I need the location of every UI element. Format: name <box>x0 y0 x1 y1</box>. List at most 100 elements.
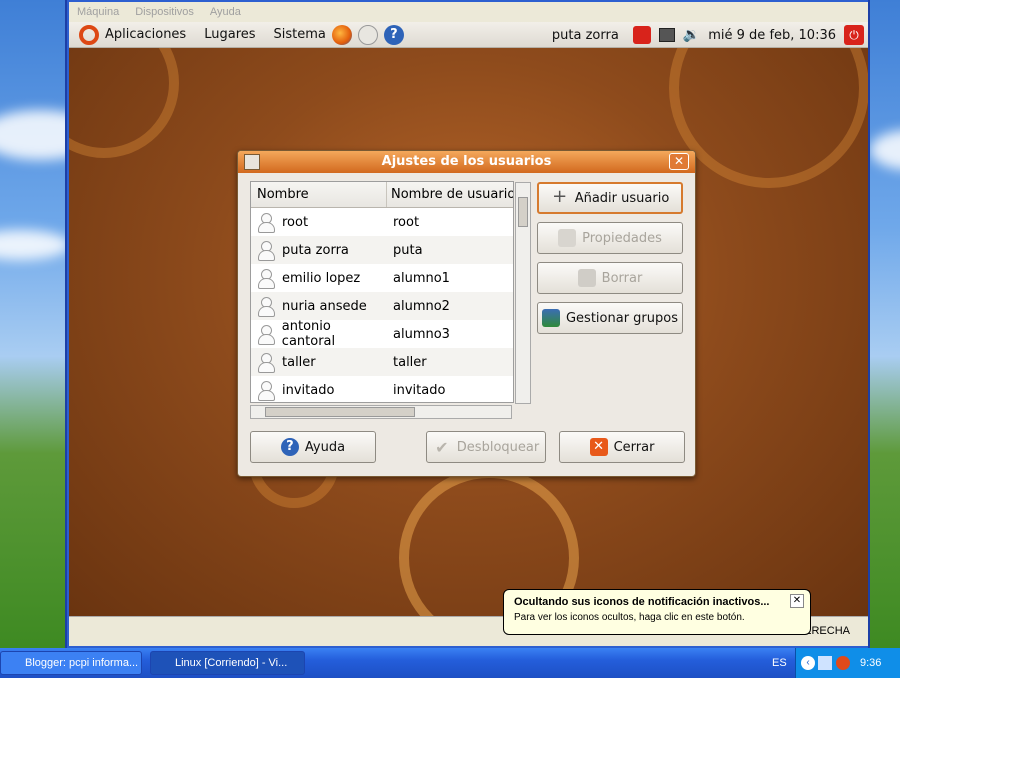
user-icon <box>257 268 275 289</box>
dialog-app-icon <box>244 154 260 170</box>
user-name: puta zorra <box>282 242 349 258</box>
user-name-cell: taller <box>251 352 387 373</box>
firefox-icon[interactable] <box>331 24 352 45</box>
volume-icon[interactable]: 🔉 <box>683 27 700 43</box>
session-user[interactable]: puta zorra <box>552 28 619 43</box>
task-virtualbox-label: Linux [Corriendo] - Vi... <box>175 657 288 669</box>
task-blogger-label: Blogger: pcpi informa... <box>25 657 139 669</box>
network-icon[interactable] <box>658 28 675 42</box>
panel-clock[interactable]: mié 9 de feb, 10:36 <box>708 28 836 43</box>
add-user-label: Añadir usuario <box>574 190 670 206</box>
user-icon <box>257 380 275 401</box>
system-tray: ‹ 9:36 <box>795 648 900 678</box>
places-menu[interactable]: Lugares <box>204 27 255 42</box>
tray-clock[interactable]: 9:36 <box>860 657 881 669</box>
gnome-top-panel: Aplicaciones Lugares Sistema ? puta zorr… <box>69 22 868 48</box>
applications-menu[interactable]: Aplicaciones <box>79 24 187 45</box>
plus-icon: + <box>552 186 568 207</box>
list-item[interactable]: emilio lopez alumno1 <box>251 264 513 292</box>
user-name: nuria ansede <box>282 298 367 314</box>
alert-tray-icon[interactable] <box>836 656 850 670</box>
user-username: puta <box>393 242 423 258</box>
list-header: Nombre Nombre de usuario <box>251 182 513 208</box>
user-name: taller <box>282 354 316 370</box>
hscroll-thumb[interactable] <box>265 407 415 417</box>
add-user-button[interactable]: + Añadir usuario <box>537 182 683 214</box>
balloon-text: Para ver los iconos ocultos, haga clic e… <box>514 612 745 623</box>
list-item[interactable]: invitado invitado <box>251 376 513 404</box>
user-icon <box>257 212 275 233</box>
unlock-button[interactable]: ✔ Desbloquear <box>426 431 546 463</box>
show-hidden-icons-button[interactable]: ‹ <box>801 656 815 670</box>
list-item[interactable]: root root <box>251 208 513 236</box>
users-list[interactable]: Nombre Nombre de usuario root root puta zo… <box>250 181 531 404</box>
help-icon[interactable]: ? <box>383 24 404 45</box>
user-name: root <box>282 214 309 230</box>
user-name: antonio cantoral <box>281 319 336 349</box>
user-username: invitado <box>393 382 446 398</box>
system-label: Sistema <box>273 27 326 42</box>
mail-icon[interactable] <box>357 24 378 45</box>
list-item[interactable]: nuria ansede alumno2 <box>251 292 513 320</box>
balloon-title: Ocultando sus iconos de notificación ina… <box>514 596 770 608</box>
properties-button[interactable]: Propiedades <box>537 222 683 254</box>
help-label: Ayuda <box>304 439 346 455</box>
groups-icon <box>541 309 560 327</box>
user-username: alumno3 <box>393 326 450 342</box>
list-item[interactable]: antonio cantoral alumno3 <box>251 319 513 349</box>
applications-label: Aplicaciones <box>105 27 187 42</box>
user-username: alumno2 <box>393 298 450 314</box>
scroll-thumb[interactable] <box>518 197 528 227</box>
system-menu[interactable]: Sistema <box>274 27 326 42</box>
list-item[interactable]: taller taller <box>251 348 513 376</box>
balloon-close-icon[interactable]: ✕ <box>790 594 804 608</box>
menu-dispositivos[interactable]: Dispositivos <box>135 6 194 18</box>
ubuntu-logo-icon <box>79 24 99 45</box>
list-rows: root root puta zorra puta emilio lopez alumno… <box>251 208 513 404</box>
user-icon <box>257 296 275 317</box>
language-indicator[interactable]: ES <box>772 657 787 669</box>
help-button[interactable]: ? Ayuda <box>250 431 376 463</box>
windows-taskbar: Blogger: pcpi informa... Linux [Corriend… <box>0 648 900 678</box>
close-button[interactable]: ✕ Cerrar <box>559 431 685 463</box>
vbox-menubar: Máquina Dispositivos Ayuda <box>69 2 868 22</box>
close-x-icon: ✕ <box>589 438 608 456</box>
vertical-scrollbar[interactable] <box>515 182 531 404</box>
notification-balloon[interactable]: Ocultando sus iconos de notificación ina… <box>503 589 811 635</box>
user-username: root <box>393 214 420 230</box>
dialog-close-icon[interactable]: ✕ <box>669 153 689 170</box>
trash-icon <box>577 269 596 287</box>
user-name-cell: antonio cantoral <box>251 319 387 349</box>
close-label: Cerrar <box>613 439 655 455</box>
power-icon[interactable]: ⏻ <box>844 25 864 45</box>
properties-icon <box>558 229 577 247</box>
menu-ayuda[interactable]: Ayuda <box>210 6 241 18</box>
update-arrow-icon[interactable] <box>632 26 651 44</box>
task-blogger[interactable]: Blogger: pcpi informa... <box>0 651 142 675</box>
places-label: Lugares <box>204 27 256 42</box>
user-name-cell: invitado <box>251 380 387 401</box>
dialog-title: Ajustes de los usuarios <box>381 154 552 169</box>
delete-button[interactable]: Borrar <box>537 262 683 294</box>
user-name-cell: puta zorra <box>251 240 387 261</box>
column-header-username[interactable]: Nombre de usuario <box>387 182 513 207</box>
user-name-cell: nuria ansede <box>251 296 387 317</box>
user-icon <box>257 240 275 261</box>
menu-maquina[interactable]: Máquina <box>77 6 119 18</box>
user-name: invitado <box>282 382 335 398</box>
manage-groups-label: Gestionar grupos <box>565 310 678 326</box>
manage-groups-button[interactable]: Gestionar grupos <box>537 302 683 334</box>
user-name-cell: root <box>251 212 387 233</box>
user-icon <box>257 352 275 373</box>
horizontal-scrollbar[interactable] <box>250 405 512 419</box>
user-name-cell: emilio lopez <box>251 268 387 289</box>
user-settings-dialog: Ajustes de los usuarios ✕ Nombre Nombre … <box>237 150 696 477</box>
user-username: taller <box>393 354 427 370</box>
properties-label: Propiedades <box>582 230 662 246</box>
column-header-name[interactable]: Nombre <box>251 182 387 207</box>
task-virtualbox[interactable]: Linux [Corriendo] - Vi... <box>150 651 305 675</box>
user-icon <box>257 324 275 345</box>
dialog-titlebar[interactable]: Ajustes de los usuarios ✕ <box>238 151 695 173</box>
network-tray-icon[interactable] <box>818 656 832 670</box>
list-item[interactable]: puta zorra puta <box>251 236 513 264</box>
